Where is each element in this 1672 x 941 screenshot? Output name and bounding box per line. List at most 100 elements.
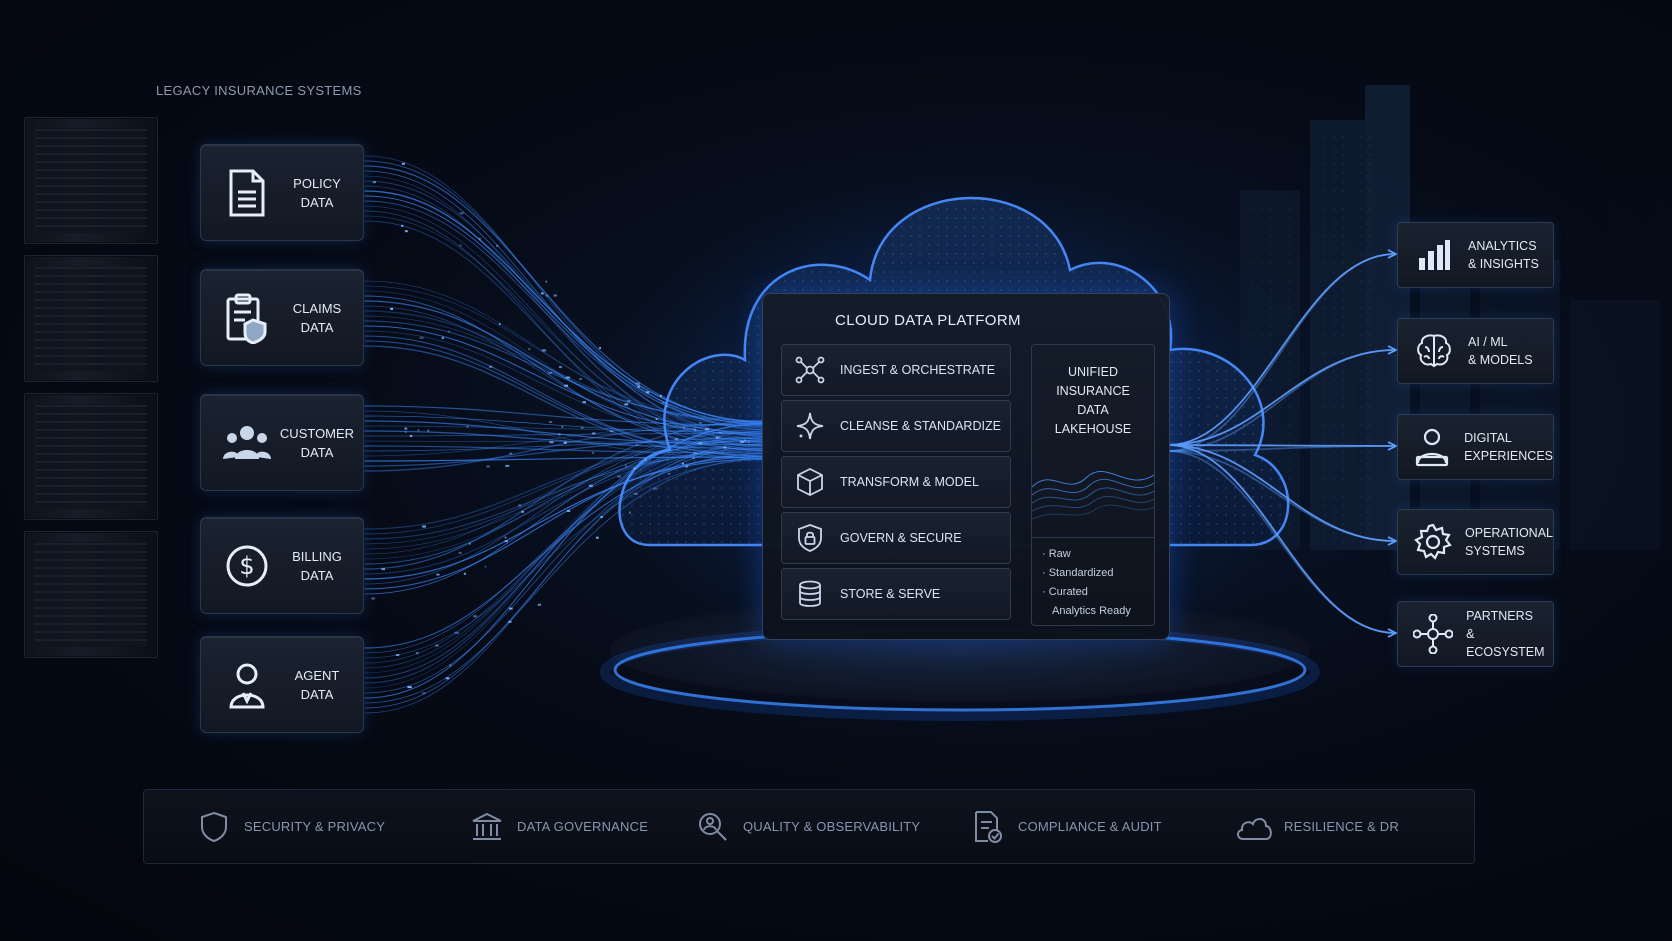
data-particle	[381, 568, 386, 571]
pillar-label: COMPLIANCE & AUDIT	[1018, 819, 1162, 834]
data-particle	[659, 394, 663, 397]
data-particle	[404, 230, 408, 233]
data-particle	[565, 376, 570, 379]
lakehouse-layers: · Raw · Standardized · Curated Analytics…	[1042, 545, 1131, 621]
step-cleanse-standardize[interactable]: CLEANSE & STANDARDIZE	[781, 400, 1011, 452]
shield-icon	[194, 807, 234, 847]
data-particle	[635, 443, 638, 446]
lakehouse-layer: · Standardized	[1042, 567, 1114, 579]
step-label: GOVERN & SECURE	[840, 531, 962, 545]
data-particle	[625, 464, 627, 467]
output-label-line-2: EXPERIENCES	[1464, 449, 1553, 463]
lakehouse-layer: Analytics Ready	[1052, 605, 1131, 617]
data-particle	[692, 457, 695, 460]
lakehouse-wave-graphic	[1032, 471, 1154, 520]
source-claims-data[interactable]: CLAIMS DATA	[200, 269, 364, 366]
step-store-serve[interactable]: STORE & SERVE	[781, 568, 1011, 620]
data-particle	[549, 441, 554, 444]
data-particle	[715, 436, 719, 439]
data-particle	[589, 484, 593, 487]
output-partners-ecosystem[interactable]: PARTNERS & ECOSYSTEM	[1397, 601, 1554, 667]
data-particle	[685, 465, 689, 468]
server-rack	[24, 531, 158, 658]
hub-icon	[1408, 608, 1458, 660]
server-rack	[24, 393, 158, 520]
step-govern-secure[interactable]: GOVERN & SECURE	[781, 512, 1011, 564]
source-billing-data[interactable]: $ BILLING DATA	[200, 517, 364, 614]
data-particle	[563, 441, 567, 444]
pillar-security-privacy[interactable]: SECURITY & PRIVACY	[194, 790, 385, 863]
output-label-line-2: SYSTEMS	[1465, 544, 1525, 558]
data-particle	[509, 607, 513, 610]
data-particle	[667, 472, 671, 475]
data-particle	[652, 487, 658, 490]
source-policy-data[interactable]: POLICY DATA	[200, 144, 364, 241]
people-icon	[215, 411, 279, 475]
data-particle	[427, 429, 430, 432]
data-particle	[580, 426, 584, 429]
lakehouse-divider	[1032, 537, 1154, 538]
data-particle	[459, 244, 462, 247]
source-label-line-2: DATA	[300, 686, 334, 702]
cloud-data-platform-panel: CLOUD DATA PLATFORM INGEST & ORCHESTRATE…	[762, 293, 1170, 640]
data-particle	[449, 664, 452, 667]
data-particle	[372, 181, 376, 184]
data-particle	[723, 446, 727, 449]
data-particle	[610, 430, 614, 433]
data-particle	[599, 347, 601, 349]
output-label-line-1: OPERATIONAL	[1465, 526, 1553, 540]
pillar-resilience-dr[interactable]: RESILIENCE & DR	[1234, 790, 1399, 863]
step-ingest-orchestrate[interactable]: INGEST & ORCHESTRATE	[781, 344, 1011, 396]
svg-text:$: $	[239, 552, 254, 580]
source-label-line-1: AGENT	[294, 667, 340, 683]
lakehouse-layer: · Raw	[1042, 548, 1071, 560]
data-particle	[404, 427, 408, 430]
gear-icon	[1408, 516, 1457, 568]
pillar-compliance-audit[interactable]: COMPLIANCE & AUDIT	[968, 790, 1162, 863]
data-particle	[395, 654, 400, 656]
data-particle	[486, 465, 490, 468]
data-particle	[448, 330, 451, 333]
dollar-icon: $	[215, 534, 279, 598]
bank-icon	[467, 807, 507, 847]
lakehouse-title-line: DATA LAKEHOUSE	[1054, 403, 1132, 436]
lakehouse-title-line: INSURANCE	[1056, 384, 1130, 398]
data-particle	[747, 440, 750, 443]
data-particle	[390, 307, 394, 310]
output-digital-experiences[interactable]: DIGITAL EXPERIENCES	[1397, 414, 1554, 480]
data-particle	[635, 382, 640, 385]
data-particle	[541, 349, 547, 352]
data-particle	[553, 294, 557, 297]
data-particle	[417, 429, 420, 432]
data-particle	[548, 421, 553, 423]
step-label: INGEST & ORCHESTRATE	[840, 363, 996, 377]
source-agent-data[interactable]: AGENT DATA	[200, 636, 364, 733]
data-lakehouse-panel: UNIFIED INSURANCE DATA LAKEHOUSE · Raw ·…	[1031, 344, 1155, 626]
sparkle-icon	[788, 404, 832, 448]
pillar-quality-observability[interactable]: QUALITY & OBSERVABILITY	[693, 790, 920, 863]
data-particle	[719, 432, 722, 434]
source-customer-data[interactable]: CUSTOMER DATA	[200, 394, 364, 491]
data-particle	[693, 428, 697, 431]
output-operational-systems[interactable]: OPERATIONAL SYSTEMS	[1397, 509, 1554, 575]
output-label-line-1: DIGITAL	[1464, 431, 1512, 445]
output-analytics-insights[interactable]: ANALYTICS & INSIGHTS	[1397, 222, 1554, 288]
data-particle	[473, 615, 478, 618]
data-particle	[624, 403, 629, 406]
step-transform-model[interactable]: TRANSFORM & MODEL	[781, 456, 1011, 508]
data-particle	[547, 372, 553, 374]
search-person-icon	[693, 807, 733, 847]
pillar-data-governance[interactable]: DATA GOVERNANCE	[467, 790, 648, 863]
data-particle	[744, 440, 747, 443]
data-particle	[521, 510, 524, 513]
source-label-line-1: CUSTOMER	[279, 425, 355, 441]
data-particle	[545, 280, 548, 283]
data-particle	[505, 464, 510, 467]
output-ai-ml-models[interactable]: AI / ML & MODELS	[1397, 318, 1554, 384]
lakehouse-title-line: UNIFIED	[1068, 365, 1118, 379]
source-label-line-1: POLICY	[293, 175, 341, 191]
data-particle	[644, 458, 647, 461]
data-particle	[422, 525, 426, 528]
data-particle	[371, 597, 375, 600]
data-particle	[484, 565, 487, 568]
